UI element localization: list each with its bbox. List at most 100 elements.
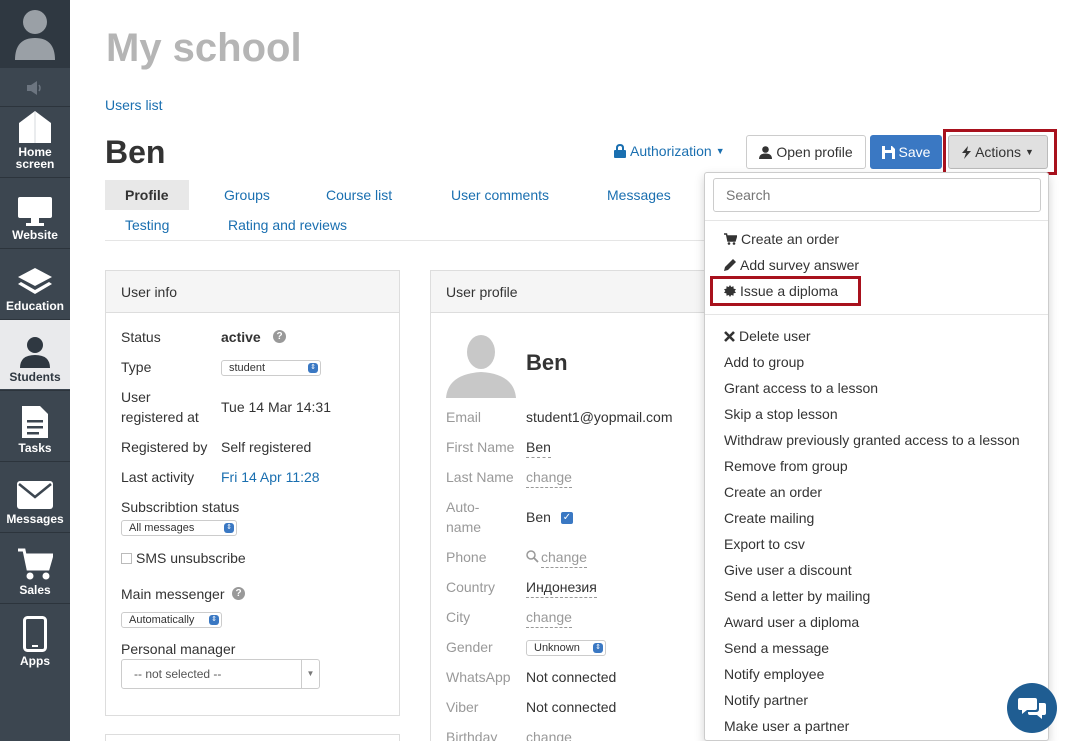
sidebar-item-apps[interactable]: Apps — [0, 603, 70, 673]
save-label: Save — [898, 144, 931, 160]
gender-select[interactable]: Unknown ⇕ — [526, 640, 606, 656]
phone-label: Phone — [446, 549, 487, 565]
sms-unsubscribe-checkbox[interactable] — [121, 553, 132, 564]
help-icon[interactable]: ? — [273, 330, 286, 343]
layers-icon — [18, 268, 52, 294]
menu-item-export-csv[interactable]: Export to csv — [724, 534, 805, 554]
subscription-select[interactable]: All messages ⇕ — [121, 520, 237, 536]
user-profile-title: User profile — [431, 271, 729, 313]
sidebar-item-home[interactable]: Home screen — [0, 106, 70, 176]
sidebar-item-education[interactable]: Education — [0, 248, 70, 318]
user-icon — [759, 145, 773, 159]
tab-groups[interactable]: Groups — [224, 180, 270, 210]
home-icon — [19, 111, 51, 143]
menu-item-add-to-group[interactable]: Add to group — [724, 352, 804, 372]
first-name-value[interactable]: Ben — [526, 437, 551, 458]
menu-item-create-order-top[interactable]: Create an order — [724, 229, 839, 249]
select-arrows-icon: ⇕ — [308, 363, 318, 373]
menu-item-withdraw-access[interactable]: Withdraw previously granted access to a … — [724, 430, 1020, 450]
personal-manager-select[interactable]: -- not selected -- ▼ — [121, 659, 320, 689]
search-icon — [526, 550, 539, 563]
tabs-divider — [105, 240, 705, 241]
main-messenger-label: Main messenger — [121, 586, 225, 602]
sidebar-item-label: Tasks — [18, 441, 52, 455]
speaker-icon — [27, 81, 41, 95]
menu-item-send-message[interactable]: Send a message — [724, 638, 829, 658]
sidebar-item-messages[interactable]: Messages — [0, 461, 70, 531]
sidebar-item-tasks[interactable]: Tasks — [0, 390, 70, 460]
sidebar-item-label: Students — [9, 370, 61, 384]
gender-label: Gender — [446, 639, 493, 655]
sound-toggle[interactable] — [0, 70, 70, 106]
tab-messages[interactable]: Messages — [607, 180, 671, 210]
menu-item-make-partner[interactable]: Make user a partner — [724, 716, 849, 736]
menu-item-notify-partner[interactable]: Notify partner — [724, 690, 808, 710]
menu-item-grant-access-lesson[interactable]: Grant access to a lesson — [724, 378, 878, 398]
sidebar-item-website[interactable]: Website — [0, 177, 70, 247]
document-icon — [22, 406, 48, 438]
menu-item-award-diploma[interactable]: Award user a diploma — [724, 612, 859, 632]
menu-item-create-order[interactable]: Create an order — [724, 482, 822, 502]
menu-item-create-mailing[interactable]: Create mailing — [724, 508, 814, 528]
city-change[interactable]: change — [526, 607, 572, 628]
tab-testing[interactable]: Testing — [125, 210, 169, 240]
last-name-label: Last Name — [446, 469, 514, 485]
chat-bubbles-icon — [1018, 698, 1046, 719]
chat-widget-button[interactable] — [1007, 683, 1057, 733]
main-messenger-select[interactable]: Automatically ⇕ — [121, 612, 222, 628]
menu-divider — [705, 314, 1048, 315]
sidebar-item-sales[interactable]: Sales — [0, 532, 70, 602]
authorization-dropdown[interactable]: Authorization ▼ — [614, 143, 725, 159]
open-profile-button[interactable]: Open profile — [746, 135, 866, 169]
sidebar-item-students[interactable]: Students — [0, 319, 70, 389]
type-label: Type — [121, 359, 152, 375]
help-icon[interactable]: ? — [232, 587, 245, 600]
menu-item-send-letter-mailing[interactable]: Send a letter by mailing — [724, 586, 870, 606]
personal-manager-label: Personal manager — [121, 641, 236, 657]
profile-avatar[interactable] — [446, 328, 516, 398]
tab-rating-reviews[interactable]: Rating and reviews — [228, 210, 347, 240]
sidebar-item-label: Education — [5, 299, 64, 313]
type-select-value: student — [229, 362, 266, 374]
select-arrows-icon: ⇕ — [224, 523, 234, 533]
tab-course-list[interactable]: Course list — [326, 180, 392, 210]
autoname-label-line1: Auto- — [446, 499, 480, 515]
last-name-change[interactable]: change — [526, 467, 572, 488]
phone-change[interactable]: change — [541, 547, 587, 568]
main-messenger-value: Automatically — [129, 614, 195, 626]
pencil-icon — [724, 259, 736, 271]
breadcrumb-users-list[interactable]: Users list — [105, 97, 163, 113]
country-label: Country — [446, 579, 496, 595]
tab-profile[interactable]: Profile — [105, 180, 189, 210]
last-activity-value[interactable]: Fri 14 Apr 11:28 — [221, 467, 320, 487]
user-name-heading: Ben — [105, 134, 166, 170]
menu-item-delete-user[interactable]: Delete user — [724, 326, 811, 346]
menu-item-add-survey-answer[interactable]: Add survey answer — [724, 255, 859, 275]
country-value[interactable]: Индонезия — [526, 577, 597, 598]
tab-user-comments[interactable]: User comments — [451, 180, 549, 210]
status-value: active — [221, 329, 261, 345]
autoname-checkbox[interactable]: ✓ — [561, 512, 573, 524]
menu-divider — [705, 220, 1048, 221]
birthday-change[interactable]: change — [526, 727, 572, 741]
menu-item-remove-from-group[interactable]: Remove from group — [724, 456, 848, 476]
menu-item-skip-stop-lesson[interactable]: Skip a stop lesson — [724, 404, 838, 424]
save-button[interactable]: Save — [870, 135, 942, 169]
cart-icon — [724, 233, 737, 245]
sidebar-avatar[interactable] — [0, 0, 70, 68]
actions-search-input[interactable] — [713, 178, 1041, 212]
caret-down-icon: ▼ — [301, 660, 319, 688]
type-select[interactable]: student ⇕ — [221, 360, 321, 376]
viber-value: Not connected — [526, 699, 617, 715]
autoname-value: Ben — [526, 509, 551, 525]
authorization-label: Authorization — [630, 143, 712, 159]
registered-by-value: Self registered — [221, 439, 312, 455]
floppy-icon — [881, 145, 895, 159]
highlight-box-actions — [943, 129, 1057, 175]
caret-down-icon: ▼ — [715, 146, 725, 156]
menu-item-notify-employee[interactable]: Notify employee — [724, 664, 824, 684]
menu-item-give-discount[interactable]: Give user a discount — [724, 560, 852, 580]
registered-by-label: Registered by — [121, 439, 208, 455]
subscription-label: Subscribtion status — [121, 499, 240, 515]
sidebar-item-label: Home screen — [15, 145, 55, 171]
